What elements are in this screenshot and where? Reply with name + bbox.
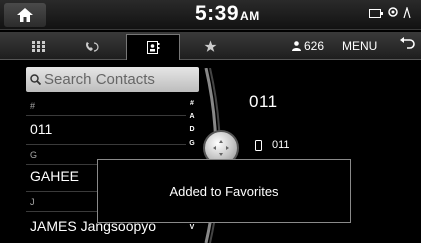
contact-detail-name: 011 (249, 92, 278, 111)
search-box[interactable] (26, 67, 199, 92)
list-item-gahee[interactable]: GAHEE (30, 168, 79, 184)
index-letter[interactable]: G (184, 140, 200, 147)
toast-notification: Added to Favorites (97, 159, 351, 223)
contact-detail-phone-row[interactable]: 011 (255, 139, 290, 151)
status-bar: 5:39AM (0, 0, 421, 30)
contacts-icon (146, 41, 159, 54)
scroll-arrows-icon (213, 140, 229, 156)
search-input[interactable] (44, 71, 194, 88)
index-letter[interactable]: V (184, 224, 200, 231)
tab-favorites[interactable] (192, 32, 228, 60)
tab-dialpad[interactable] (18, 32, 58, 60)
toast-message: Added to Favorites (169, 183, 279, 199)
person-icon (292, 41, 301, 51)
clock-time: 5:39 (195, 2, 240, 25)
index-letter[interactable]: D (184, 126, 200, 133)
clock: 5:39AM (195, 2, 260, 26)
mobile-phone-icon (255, 139, 262, 151)
list-item-011[interactable]: 011 (30, 121, 52, 137)
status-icons (369, 7, 411, 19)
clock-ampm: AM (240, 9, 260, 23)
tab-bar: 626 MENU (0, 32, 421, 60)
index-letter[interactable]: A (184, 113, 200, 120)
divider (26, 144, 186, 145)
contact-detail-phone-number: 011 (272, 139, 290, 151)
contact-count: 626 (292, 39, 324, 53)
back-button[interactable] (398, 35, 416, 58)
home-icon (17, 8, 33, 22)
section-header-j: J (30, 197, 35, 207)
section-header-hash: # (30, 101, 36, 111)
divider (26, 115, 186, 116)
home-button[interactable] (4, 3, 46, 27)
contact-count-value: 626 (304, 39, 325, 53)
battery-icon (369, 8, 383, 18)
signal-icon (403, 7, 411, 19)
search-icon (30, 74, 41, 85)
tab-contacts[interactable] (126, 34, 180, 60)
favorites-star-icon (204, 40, 216, 52)
section-header-g: G (30, 150, 38, 160)
gps-icon (388, 7, 398, 17)
recent-calls-icon (86, 41, 99, 52)
dialpad-icon (31, 40, 45, 52)
tab-recent-calls[interactable] (72, 32, 112, 60)
menu-button[interactable]: MENU (342, 39, 377, 53)
index-letter[interactable]: # (184, 100, 200, 107)
back-arrow-icon (400, 37, 415, 49)
